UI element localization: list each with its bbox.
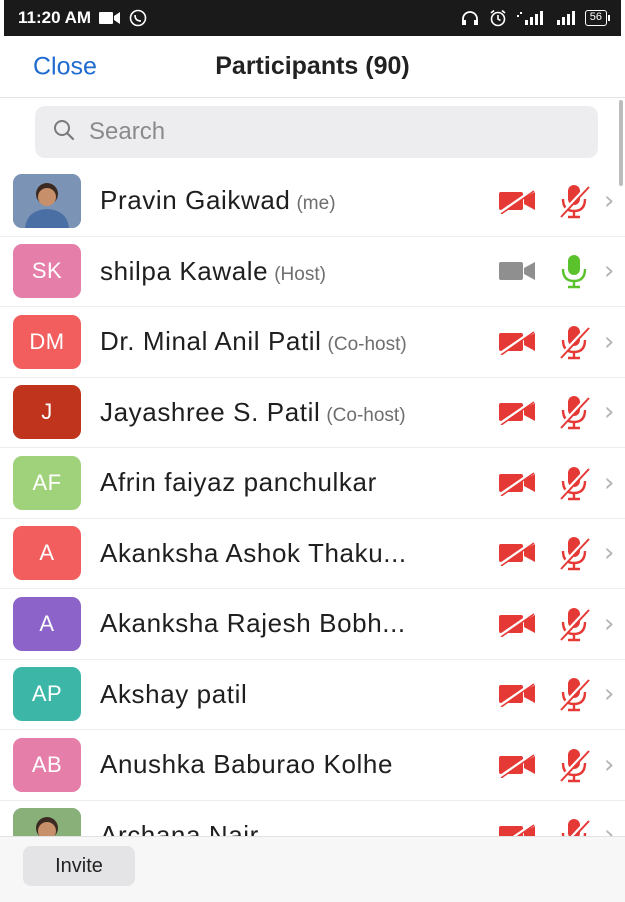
chevron-right-icon[interactable]: › bbox=[604, 679, 614, 709]
mic-muted-icon bbox=[557, 324, 591, 360]
video-off-icon bbox=[497, 752, 537, 779]
participant-row[interactable]: A Akanksha Rajesh Bobh... › bbox=[0, 589, 625, 660]
chevron-right-icon[interactable]: › bbox=[604, 609, 614, 639]
avatar: SK bbox=[13, 244, 81, 299]
video-off-icon bbox=[497, 470, 537, 497]
mic-muted-icon bbox=[557, 606, 591, 642]
video-off-icon bbox=[497, 681, 537, 708]
video-off-icon bbox=[497, 822, 537, 836]
video-camera-icon bbox=[99, 11, 121, 25]
participant-name: Anushka Baburao Kolhe bbox=[100, 749, 394, 780]
search-icon bbox=[53, 119, 75, 146]
video-off-icon bbox=[497, 540, 537, 567]
participant-name: Akshay patil bbox=[100, 678, 248, 709]
search-field[interactable] bbox=[35, 106, 598, 158]
search-bar bbox=[0, 98, 625, 166]
participant-row[interactable]: Pravin Gaikwad (me) › bbox=[0, 166, 625, 237]
chevron-right-icon[interactable]: › bbox=[604, 750, 614, 780]
chevron-right-icon[interactable]: › bbox=[604, 468, 614, 498]
participant-name: Dr. Minal Anil Patil bbox=[100, 326, 322, 357]
mic-muted-icon bbox=[557, 676, 591, 712]
avatar: DM bbox=[13, 314, 81, 369]
video-off-icon bbox=[497, 611, 537, 638]
mic-muted-icon bbox=[557, 817, 591, 836]
participant-name-group: Pravin Gaikwad (me) bbox=[100, 185, 480, 216]
battery-indicator: 56 bbox=[584, 10, 611, 26]
participant-role: (Host) bbox=[274, 263, 326, 285]
mic-muted-icon bbox=[557, 394, 591, 430]
participant-name-group: Anushka Baburao Kolhe bbox=[100, 749, 480, 780]
status-bar: 11:20 AM 56 bbox=[4, 0, 621, 36]
chevron-right-icon[interactable]: › bbox=[604, 397, 614, 427]
mic-muted-icon bbox=[557, 535, 591, 571]
participant-row[interactable]: SK shilpa Kawale (Host) › bbox=[0, 237, 625, 307]
participant-row[interactable]: Archana Nair › bbox=[0, 801, 625, 836]
participant-name: Pravin Gaikwad bbox=[100, 185, 291, 216]
participant-name-group: Akanksha Rajesh Bobh... bbox=[100, 608, 480, 639]
mic-muted-icon bbox=[557, 747, 591, 783]
chevron-right-icon[interactable]: › bbox=[604, 327, 614, 357]
video-on-icon bbox=[497, 258, 537, 284]
participant-name: Akanksha Rajesh Bobh... bbox=[100, 608, 406, 639]
mic-muted-icon bbox=[557, 465, 591, 501]
avatar bbox=[13, 808, 81, 836]
chevron-right-icon[interactable]: › bbox=[604, 538, 614, 568]
mic-muted-icon bbox=[557, 183, 591, 219]
video-off-icon bbox=[497, 188, 537, 215]
chevron-right-icon[interactable]: › bbox=[604, 820, 614, 836]
participant-name-group: Jayashree S. Patil (Co-host) bbox=[100, 397, 480, 428]
footer-toolbar: Invite bbox=[0, 836, 625, 902]
participant-name-group: shilpa Kawale (Host) bbox=[100, 256, 480, 287]
avatar: AB bbox=[13, 737, 81, 792]
participant-name: Afrin faiyaz panchulkar bbox=[100, 467, 377, 498]
search-input[interactable] bbox=[89, 118, 509, 146]
participants-header: Close Participants (90) bbox=[0, 36, 625, 98]
avatar: A bbox=[13, 596, 81, 651]
status-time: 11:20 AM bbox=[18, 8, 92, 27]
participant-row[interactable]: AP Akshay patil › bbox=[0, 660, 625, 730]
participant-list: Pravin Gaikwad (me) › SK shilpa Kawale (Host)… bbox=[0, 166, 625, 836]
page-title: Participants (90) bbox=[215, 52, 410, 80]
video-off-icon bbox=[497, 399, 537, 426]
participant-name-group: Archana Nair bbox=[100, 820, 480, 836]
participant-name-group: Dr. Minal Anil Patil (Co-host) bbox=[100, 326, 480, 357]
whatsapp-icon bbox=[129, 9, 147, 27]
participant-name: Jayashree S. Patil bbox=[100, 396, 321, 427]
avatar bbox=[13, 173, 81, 228]
chevron-right-icon[interactable]: › bbox=[604, 256, 614, 286]
avatar: AP bbox=[13, 667, 81, 722]
participant-row[interactable]: AF Afrin faiyaz panchulkar › bbox=[0, 448, 625, 519]
participant-name: shilpa Kawale bbox=[100, 255, 269, 286]
alarm-icon bbox=[489, 9, 507, 27]
signal-icon bbox=[516, 11, 543, 25]
participant-row[interactable]: J Jayashree S. Patil (Co-host) › bbox=[0, 378, 625, 448]
participant-role: (Co-host) bbox=[327, 334, 407, 356]
participant-name-group: Afrin faiyaz panchulkar bbox=[100, 467, 480, 498]
mic-on-icon bbox=[557, 253, 591, 289]
avatar: J bbox=[13, 385, 81, 440]
participant-role: (Co-host) bbox=[326, 404, 406, 426]
invite-button[interactable]: Invite bbox=[23, 846, 135, 886]
participant-row[interactable]: AB Anushka Baburao Kolhe › bbox=[0, 730, 625, 801]
participant-name-group: Akshay patil bbox=[100, 679, 480, 710]
chevron-right-icon[interactable]: › bbox=[604, 186, 614, 216]
participant-name: Archana Nair bbox=[100, 819, 259, 836]
signal-icon bbox=[553, 11, 575, 25]
video-off-icon bbox=[497, 329, 537, 356]
participant-name: Akanksha Ashok Thaku... bbox=[100, 537, 407, 568]
close-button[interactable]: Close bbox=[33, 52, 97, 81]
participant-name-group: Akanksha Ashok Thaku... bbox=[100, 538, 480, 569]
participant-role: (me) bbox=[296, 193, 336, 215]
avatar: A bbox=[13, 526, 81, 581]
avatar: AF bbox=[13, 455, 81, 510]
participant-row[interactable]: DM Dr. Minal Anil Patil (Co-host) › bbox=[0, 307, 625, 378]
participant-row[interactable]: A Akanksha Ashok Thaku... › bbox=[0, 519, 625, 589]
headphones-icon bbox=[461, 10, 479, 26]
